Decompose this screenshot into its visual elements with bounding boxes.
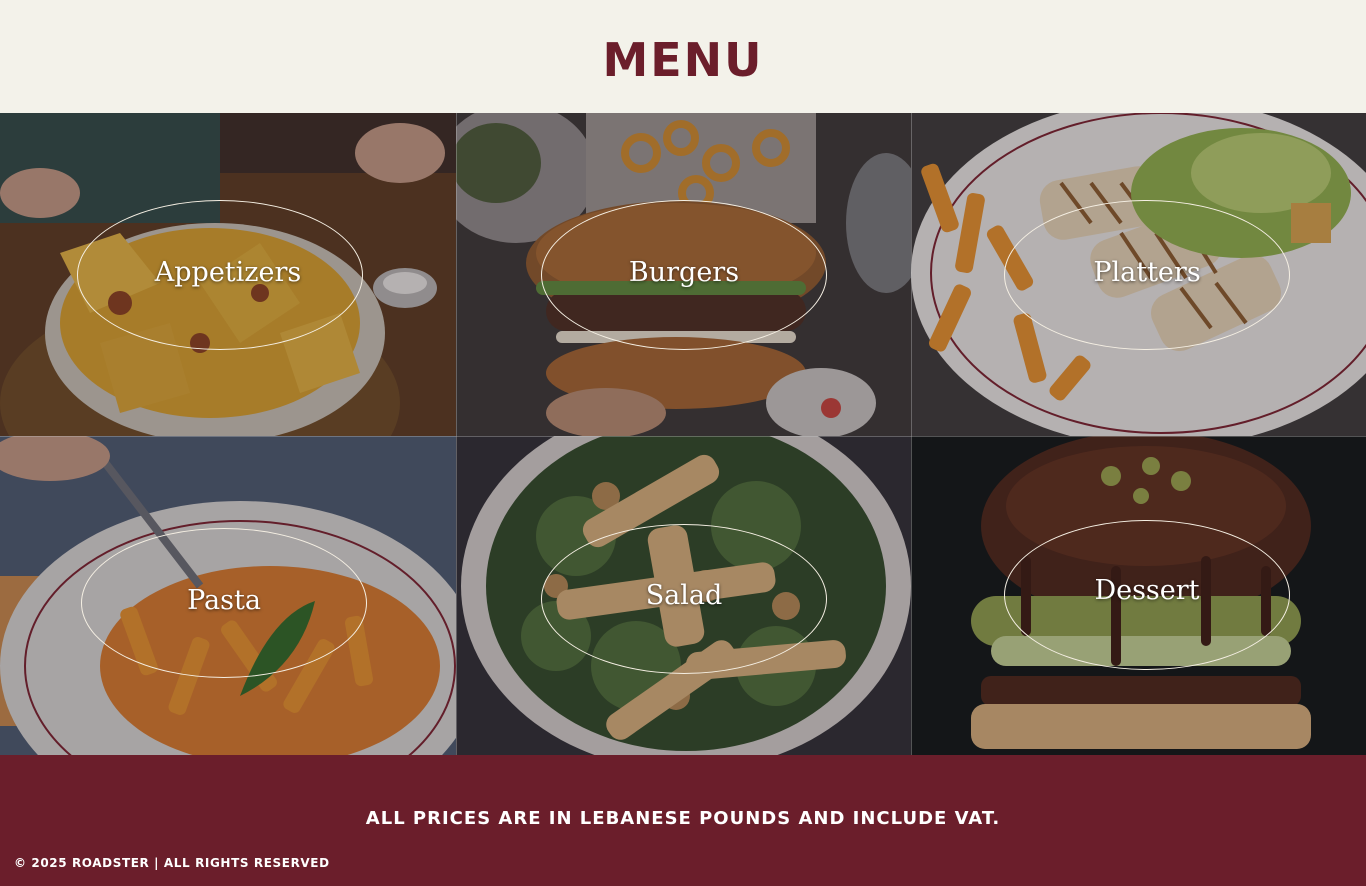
category-tile-salad[interactable]: Salad xyxy=(456,436,911,755)
category-label-dessert: Dessert xyxy=(1094,575,1200,606)
category-label-appetizers: Appetizers xyxy=(154,257,302,288)
category-label-pasta: Pasta xyxy=(187,585,261,616)
page-title: MENU xyxy=(602,33,764,87)
grid-divider xyxy=(456,113,457,755)
category-tile-platters[interactable]: Platters xyxy=(911,113,1366,436)
copyright: © 2025 ROADSTER | ALL RIGHTS RESERVED xyxy=(14,856,330,870)
menu-category-grid: Appetizers Burgers Platters Pasta Salad … xyxy=(0,113,1366,755)
category-label-platters: Platters xyxy=(1093,257,1201,288)
category-tile-pasta[interactable]: Pasta xyxy=(0,436,456,755)
footer: ALL PRICES ARE IN LEBANESE POUNDS AND IN… xyxy=(0,755,1366,886)
category-label-salad: Salad xyxy=(645,580,723,611)
category-tile-burgers[interactable]: Burgers xyxy=(456,113,911,436)
header: MENU xyxy=(0,0,1366,113)
category-label-burgers: Burgers xyxy=(628,257,740,288)
vat-note: ALL PRICES ARE IN LEBANESE POUNDS AND IN… xyxy=(365,808,1001,829)
grid-divider xyxy=(911,113,912,755)
grid-divider xyxy=(0,436,1366,437)
category-tile-appetizers[interactable]: Appetizers xyxy=(0,113,456,436)
category-tile-dessert[interactable]: Dessert xyxy=(911,436,1366,755)
